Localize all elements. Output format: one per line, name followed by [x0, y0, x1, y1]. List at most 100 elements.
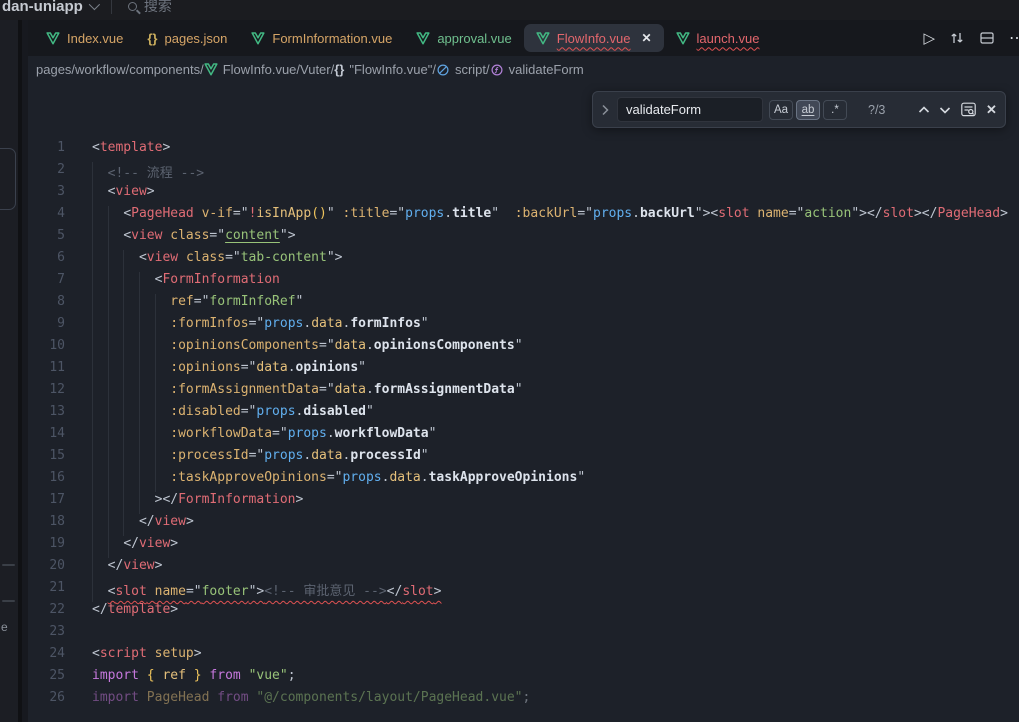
breadcrumb-label: validateForm [509, 62, 584, 77]
code-token: ></ [155, 492, 178, 507]
code-area[interactable]: 1234567891011121314151617181920212223242… [28, 83, 1019, 722]
code-token: > [170, 536, 178, 551]
code-line-6: <view class="tab-content"> [92, 250, 1019, 272]
tab-approval-vue[interactable]: approval.vue [404, 24, 523, 52]
code-token: from [217, 690, 248, 705]
indent-guide [123, 426, 124, 448]
code-token: slot [402, 584, 433, 599]
breadcrumb-label: "FlowInfo.vue" [349, 62, 432, 77]
indent-guide [92, 448, 93, 470]
breadcrumb-label: pages [36, 62, 71, 77]
split-editor-icon[interactable] [979, 30, 995, 46]
code-token [92, 166, 108, 181]
code-token: view [115, 184, 146, 199]
tab-pages-json[interactable]: {}pages.json [135, 24, 239, 52]
code-token: < [92, 140, 100, 155]
indent-guide [155, 338, 156, 360]
code-token: } [194, 668, 202, 683]
code-token [186, 668, 194, 683]
breadcrumb-item-validateform[interactable]: validateForm [490, 62, 584, 77]
code-token [241, 668, 249, 683]
indent-guide [139, 470, 140, 492]
global-search[interactable]: 搜索 [128, 0, 172, 16]
code-token: view [155, 514, 186, 529]
code-token: class [186, 250, 225, 265]
code-token [147, 584, 155, 599]
indent-guide [123, 338, 124, 360]
toggle-replace-icon[interactable] [597, 104, 613, 116]
breadcrumb-item-flowinfo-vue[interactable]: FlowInfo.vue [204, 62, 297, 77]
find-toggle-whole-word[interactable]: ab [796, 100, 820, 120]
find-toggle-regex[interactable]: .* [823, 100, 847, 120]
code-line-11: :opinions="data.opinions" [92, 360, 1019, 382]
compare-changes-icon[interactable] [949, 30, 965, 46]
close-tab-icon[interactable]: ✕ [641, 31, 651, 45]
explorer-clipped-text: e [1, 620, 8, 634]
code-token: "vue" [249, 668, 288, 683]
code-token: < [139, 250, 147, 265]
project-selector[interactable]: dan-uniapp [2, 0, 97, 15]
code-token: from [209, 668, 240, 683]
breadcrumb-item-components[interactable]: components [129, 62, 200, 77]
run-button[interactable]: ▷ [923, 29, 935, 47]
breadcrumb-item--flowinfo-vue-[interactable]: {}"FlowInfo.vue" [334, 62, 432, 77]
indent-guide [92, 316, 93, 338]
breadcrumb-item-vuter[interactable]: Vuter [300, 62, 331, 77]
code-line-26: import PageHead from "@/components/layou… [92, 690, 1019, 712]
indent-guide [92, 580, 93, 602]
code-token: =" [789, 206, 805, 221]
indent-guide [108, 294, 109, 316]
code-token: formInfoRef [209, 294, 295, 309]
find-toggle-match-case[interactable]: Aa [769, 100, 793, 120]
code-token [335, 206, 343, 221]
indent-guide [108, 228, 109, 250]
previous-match-icon[interactable] [918, 106, 930, 114]
code-token: </ [387, 584, 403, 599]
indent-guide [92, 360, 93, 382]
code-token: > [194, 646, 202, 661]
line-number: 16 [28, 470, 78, 492]
code-line-15: :processId="props.data.processId" [92, 448, 1019, 470]
line-number: 12 [28, 382, 78, 404]
code-token: =" [233, 206, 249, 221]
indent-guide [123, 294, 124, 316]
indent-guide [108, 206, 109, 228]
explorer-panel-edge: e [0, 20, 18, 722]
code-line-3: <view> [92, 184, 1019, 206]
find-in-selection-icon[interactable] [960, 101, 977, 118]
code-token: PageHead [147, 690, 210, 705]
tab-launch-vue[interactable]: launch.vue [664, 24, 772, 52]
code-line-9: :formInfos="props.data.formInfos" [92, 316, 1019, 338]
vue-icon [251, 32, 265, 45]
indent-guide [155, 294, 156, 316]
next-match-icon[interactable] [939, 106, 951, 114]
code-token: > [434, 584, 442, 599]
find-input[interactable] [617, 97, 763, 122]
breadcrumb-item-pages[interactable]: pages [36, 62, 71, 77]
tab-index-vue[interactable]: Index.vue [34, 24, 135, 52]
line-number: 25 [28, 668, 78, 690]
tab-label: Index.vue [67, 31, 123, 46]
code-line-7: <FormInformation [92, 272, 1019, 294]
code-token: FormInformation [162, 272, 279, 287]
code-token [147, 646, 155, 661]
code-token [92, 250, 139, 265]
code-token: . [421, 470, 429, 485]
breadcrumb-item-workflow[interactable]: workflow [75, 62, 126, 77]
line-number: 13 [28, 404, 78, 426]
indent-guide [92, 470, 93, 492]
tab-flowinfo-vue[interactable]: FlowInfo.vue✕ [524, 24, 664, 52]
breadcrumb-item-script[interactable]: script [436, 62, 486, 77]
code-token: :taskApproveOpinions [170, 470, 327, 485]
explorer-item-outline [0, 148, 16, 210]
code-token [92, 584, 108, 599]
code-token: data [389, 470, 420, 485]
close-find-icon[interactable]: ✕ [986, 102, 997, 118]
code-token: </ [139, 514, 155, 529]
tab-forminformation-vue[interactable]: FormInformation.vue [239, 24, 404, 52]
code-token: =" [241, 404, 257, 419]
code-token: <!-- 流程 --> [108, 166, 204, 181]
code-token: ">< [695, 206, 718, 221]
code-token: view [139, 536, 170, 551]
more-actions-icon[interactable]: ⋯ [1009, 28, 1019, 48]
